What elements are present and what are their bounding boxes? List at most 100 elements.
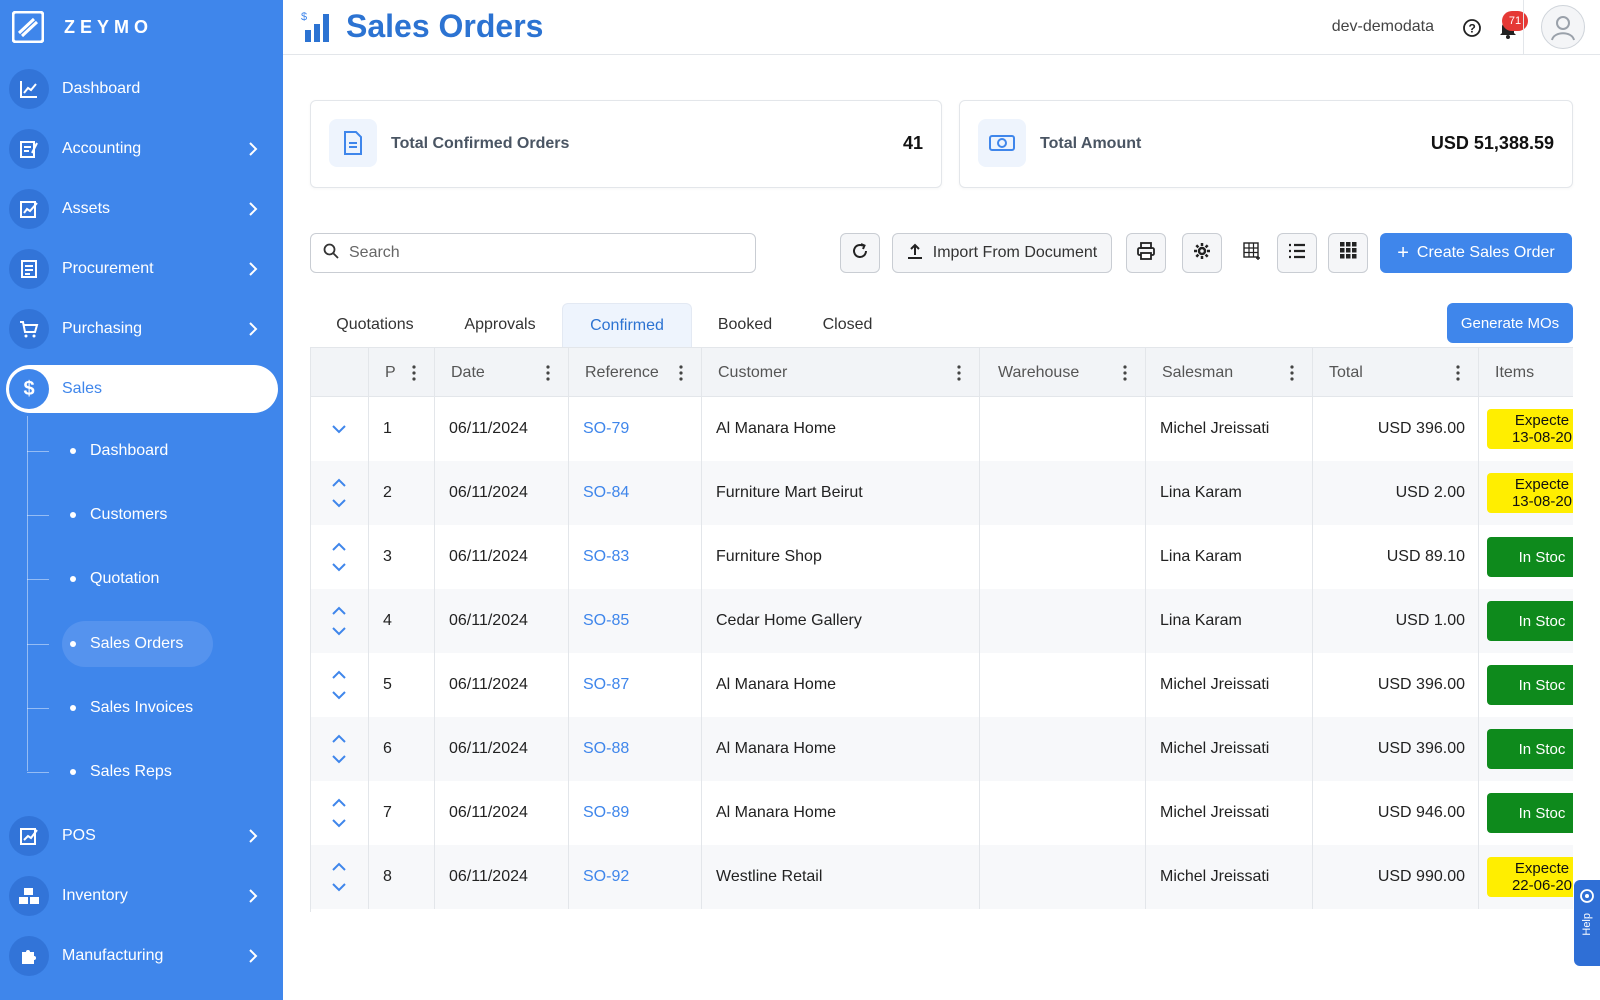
submenu-item-sales-invoices[interactable]: Sales Invoices <box>27 688 257 728</box>
grid-view-button[interactable] <box>1328 233 1368 273</box>
table-row[interactable]: 8 06/11/2024 SO-92 Westline Retail Michel Jr… <box>311 845 1573 909</box>
row-reorder-cell[interactable] <box>311 589 369 653</box>
cell-ref[interactable]: SO-79 <box>569 397 702 461</box>
sidebar-item-manufacturing[interactable]: Manufacturing <box>6 932 278 980</box>
settings-button[interactable] <box>1182 233 1222 273</box>
sidebar-item-assets[interactable]: Assets <box>6 185 278 233</box>
cell-ref[interactable]: SO-87 <box>569 653 702 717</box>
sidebar-item-purchasing[interactable]: Purchasing <box>6 305 278 353</box>
column-header-salesman[interactable]: Salesman <box>1146 348 1313 398</box>
stock-status-badge[interactable]: Expecte 13-08-20 <box>1487 473 1573 513</box>
column-divider <box>368 717 369 781</box>
stock-status-badge[interactable]: In Stoc <box>1487 665 1573 705</box>
sidebar-item-label: Accounting <box>62 140 142 157</box>
table-row[interactable]: 5 06/11/2024 SO-87 Al Manara Home Michel Jre… <box>311 653 1573 717</box>
cell-customer: Furniture Shop <box>716 548 822 565</box>
generate-mos-button[interactable]: Generate MOs <box>1447 303 1573 343</box>
table-row[interactable]: 1 06/11/2024 SO-79 Al Manara Home Michel Jre… <box>311 397 1573 461</box>
column-menu-icon[interactable] <box>949 365 969 381</box>
sidebar-item-procurement[interactable]: Procurement <box>6 245 278 293</box>
stock-status-badge[interactable]: In Stoc <box>1487 793 1573 833</box>
table-row[interactable]: 4 06/11/2024 SO-85 Cedar Home Gallery Lina K… <box>311 589 1573 653</box>
row-reorder-cell[interactable] <box>311 781 369 845</box>
create-sales-order-button[interactable]: + Create Sales Order <box>1380 233 1572 273</box>
row-reorder-cell[interactable] <box>311 653 369 717</box>
stock-status-badge[interactable]: In Stoc <box>1487 537 1573 577</box>
row-reorder-cell[interactable] <box>311 525 369 589</box>
sidebar-item-pos[interactable]: POS <box>6 812 278 860</box>
items-cell: Expecte 13-08-20 <box>1479 461 1573 525</box>
print-button[interactable] <box>1126 233 1166 273</box>
stock-status-badge[interactable]: Expecte 22-06-20 <box>1487 857 1573 897</box>
column-divider <box>1145 717 1146 781</box>
avatar[interactable] <box>1541 5 1585 49</box>
column-menu-icon[interactable] <box>404 365 424 381</box>
tab-quotations[interactable]: Quotations <box>310 303 440 347</box>
cell-ref[interactable]: SO-83 <box>569 525 702 589</box>
tenant-name[interactable]: dev-demodata <box>1332 18 1434 36</box>
table-row[interactable]: 2 06/11/2024 SO-84 Furniture Mart Beirut Lin… <box>311 461 1573 525</box>
submenu-item-quotation[interactable]: Quotation <box>27 559 257 599</box>
list-view-button[interactable] <box>1277 233 1317 273</box>
cell-p: 2 <box>383 484 392 501</box>
brand[interactable]: ZEYMO <box>0 0 283 54</box>
cell-ref[interactable]: SO-89 <box>569 781 702 845</box>
column-menu-icon[interactable] <box>671 365 691 381</box>
chevron-down-icon[interactable] <box>311 424 367 434</box>
column-menu-icon[interactable] <box>1282 365 1302 381</box>
tab-closed[interactable]: Closed <box>800 303 895 347</box>
column-header-items[interactable]: Items <box>1479 348 1573 398</box>
table-row[interactable]: 6 06/11/2024 SO-88 Al Manara Home Michel Jre… <box>311 717 1573 781</box>
column-menu-icon[interactable] <box>1115 365 1135 381</box>
reorder-arrows-icon[interactable] <box>311 798 367 828</box>
search-input[interactable] <box>349 244 729 262</box>
submenu-item-sales-orders[interactable]: Sales Orders <box>27 621 257 667</box>
row-reorder-cell[interactable] <box>311 461 369 525</box>
column-header-p[interactable]: P <box>369 348 435 398</box>
reorder-arrows-icon[interactable] <box>311 734 367 764</box>
column-header-reference[interactable]: Reference <box>569 348 702 398</box>
sidebar-item-dashboard[interactable]: Dashboard <box>6 65 278 113</box>
stock-status-badge[interactable]: In Stoc <box>1487 601 1573 641</box>
row-reorder-cell[interactable] <box>311 717 369 781</box>
cell-ref[interactable]: SO-88 <box>569 717 702 781</box>
stock-status-badge[interactable]: In Stoc <box>1487 729 1573 769</box>
row-reorder-cell[interactable] <box>311 845 369 909</box>
sidebar-item-inventory[interactable]: Inventory <box>6 872 278 920</box>
reorder-arrows-icon[interactable] <box>311 478 367 508</box>
help-side-tab[interactable]: Help <box>1574 880 1600 966</box>
search-box[interactable] <box>310 233 756 273</box>
submenu-item-customers[interactable]: Customers <box>27 495 257 535</box>
reorder-arrows-icon[interactable] <box>311 670 367 700</box>
tab-booked[interactable]: Booked <box>700 303 790 347</box>
cell-ref[interactable]: SO-85 <box>569 589 702 653</box>
status-text: In Stoc <box>1518 804 1566 822</box>
cell-ref[interactable]: SO-92 <box>569 845 702 909</box>
bullet-dot <box>70 448 76 454</box>
reorder-arrows-icon[interactable] <box>311 862 367 892</box>
cell-ref[interactable]: SO-84 <box>569 461 702 525</box>
tab-approvals[interactable]: Approvals <box>440 303 560 347</box>
tab-confirmed[interactable]: Confirmed <box>562 303 692 347</box>
submenu-item-dashboard[interactable]: Dashboard <box>27 431 257 471</box>
stock-status-badge[interactable]: Expecte 13-08-20 <box>1487 409 1573 449</box>
column-menu-icon[interactable] <box>1448 365 1468 381</box>
sidebar-item-accounting[interactable]: Accounting <box>6 125 278 173</box>
column-header-customer[interactable]: Customer <box>702 348 980 398</box>
refresh-button[interactable] <box>840 233 880 273</box>
table-row[interactable]: 7 06/11/2024 SO-89 Al Manara Home Michel Jre… <box>311 781 1573 845</box>
sidebar-item-sales[interactable]: $ Sales <box>6 365 278 413</box>
row-reorder-cell[interactable] <box>311 397 369 461</box>
reorder-arrows-icon[interactable] <box>311 606 367 636</box>
column-header-total[interactable]: Total <box>1313 348 1479 398</box>
reorder-arrows-icon[interactable] <box>311 542 367 572</box>
import-from-document-button[interactable]: Import From Document <box>892 233 1112 273</box>
column-header-date[interactable]: Date <box>435 348 569 398</box>
column-header-warehouse[interactable]: Warehouse <box>980 348 1146 398</box>
submenu-item-sales-reps[interactable]: Sales Reps <box>27 752 257 792</box>
table-row[interactable]: 3 06/11/2024 SO-83 Furniture Shop Lina Karam… <box>311 525 1573 589</box>
list-icon <box>1288 243 1306 264</box>
table-view-button[interactable] <box>1232 233 1272 273</box>
column-menu-icon[interactable] <box>538 365 558 381</box>
help-question-icon[interactable]: ? <box>1462 18 1482 38</box>
